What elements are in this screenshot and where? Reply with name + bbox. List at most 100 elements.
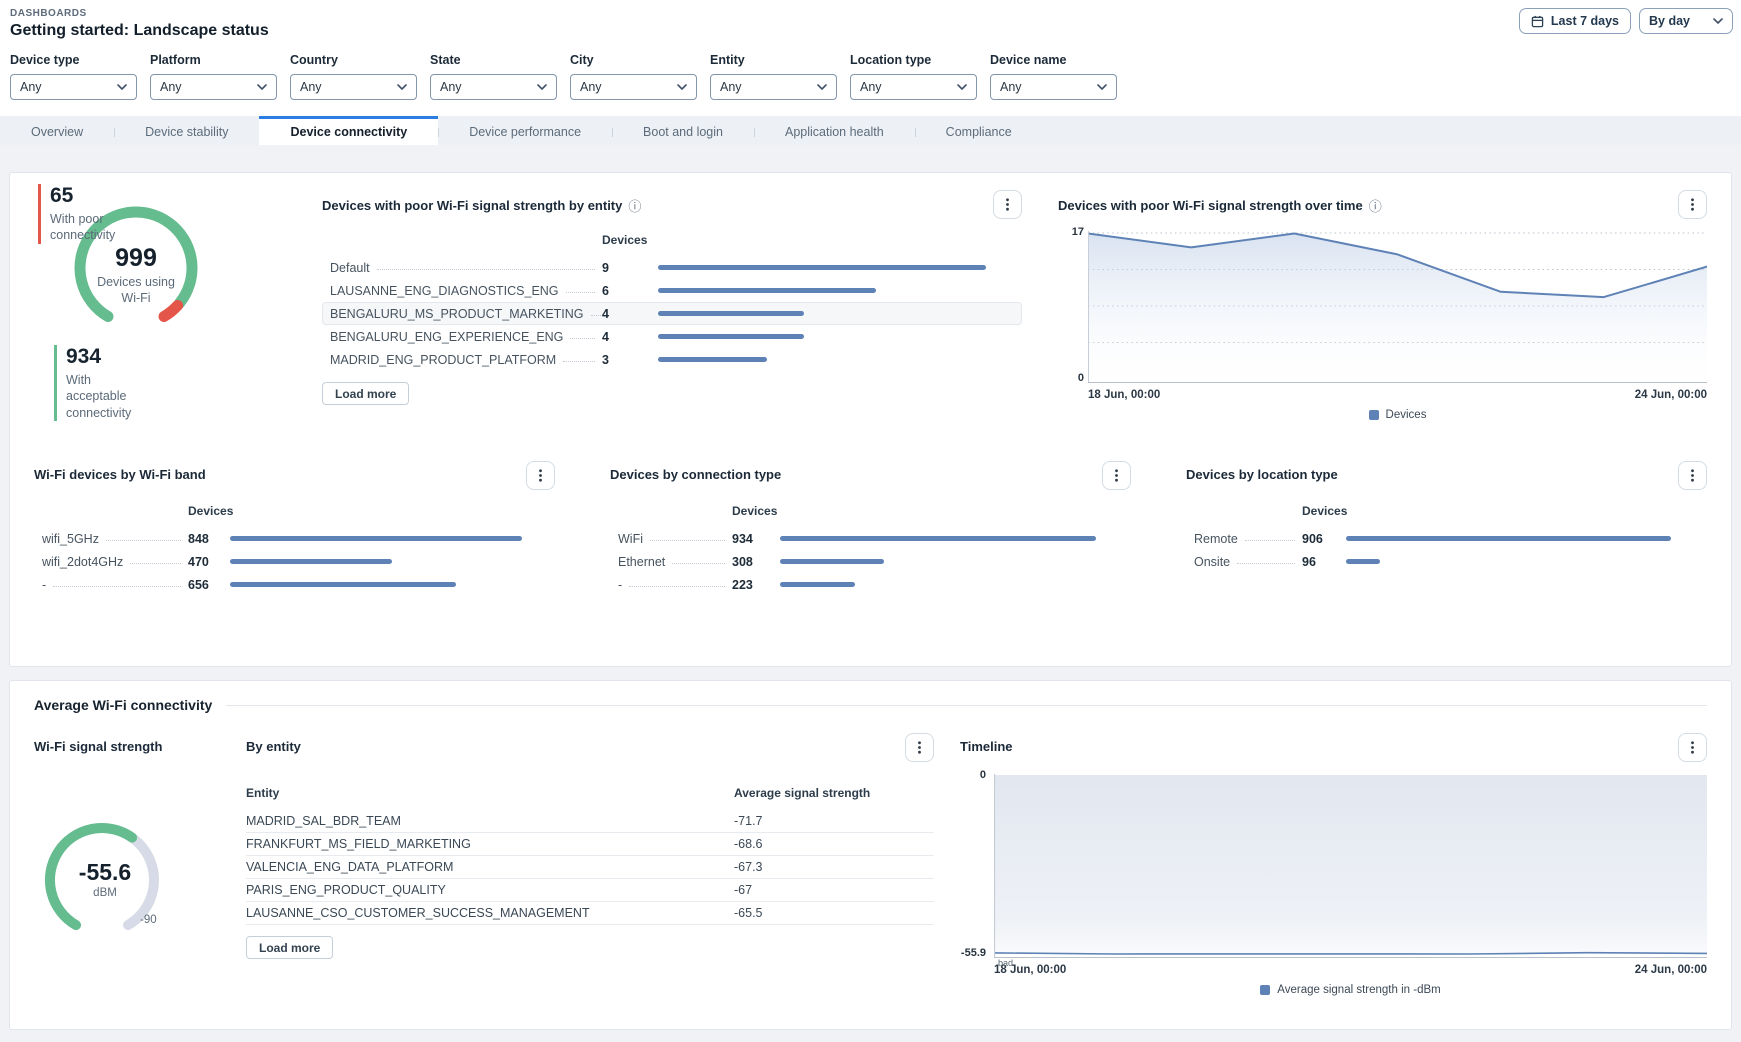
- tab-device-connectivity[interactable]: Device connectivity: [259, 116, 438, 145]
- time-range-button[interactable]: Last 7 days: [1519, 8, 1631, 34]
- kebab-icon: [1115, 469, 1118, 482]
- filter-select-device-type[interactable]: Any: [10, 74, 137, 100]
- filter-city: CityAny: [570, 53, 697, 100]
- filter-value: Any: [440, 80, 462, 94]
- filter-select-entity[interactable]: Any: [710, 74, 837, 100]
- x-axis-labels: 18 Jun, 00:00 24 Jun, 00:00: [994, 964, 1707, 976]
- average-wifi-connectivity-panel: Average Wi-Fi connectivity Wi-Fi signal …: [9, 680, 1732, 1030]
- filter-label: Device type: [10, 53, 137, 67]
- kebab-icon: [539, 469, 542, 482]
- filter-select-platform[interactable]: Any: [150, 74, 277, 100]
- filter-label: Location type: [850, 53, 977, 67]
- filter-value: Any: [300, 80, 322, 94]
- page-title: Getting started: Landscape status: [10, 22, 1731, 40]
- devices-column-header: Devices: [1302, 504, 1346, 518]
- tab-bar: OverviewDevice stabilityDevice connectiv…: [0, 116, 1741, 145]
- tab-device-performance[interactable]: Device performance: [438, 116, 612, 145]
- granularity-select[interactable]: By day: [1639, 8, 1733, 34]
- tab-device-stability[interactable]: Device stability: [114, 116, 259, 145]
- bar-value: 470: [188, 555, 230, 569]
- info-icon[interactable]: ⓘ: [1369, 196, 1382, 215]
- bar-row-wifi-2dot4ghz[interactable]: wifi_2dot4GHz470: [34, 550, 555, 573]
- devices-column-header: Devices: [732, 504, 780, 518]
- bar-row-bengaluru-ms-product-marketing[interactable]: BENGALURU_MS_PRODUCT_MARKETING4: [322, 302, 1022, 325]
- tab-overview[interactable]: Overview: [0, 116, 114, 145]
- filter-value: Any: [580, 80, 602, 94]
- bar-row-wifi-5ghz[interactable]: wifi_5GHz848: [34, 527, 555, 550]
- granularity-value: By day: [1649, 14, 1690, 28]
- poor-over-time-title: Devices with poor Wi-Fi signal strength …: [1058, 190, 1382, 215]
- poor-label: With poor connectivity: [50, 211, 136, 244]
- timeline-title: Timeline: [960, 733, 1013, 754]
- by-band-menu-button[interactable]: [526, 461, 555, 490]
- signal-strength-gauge-chart: [34, 816, 184, 938]
- bar-label: WiFi: [618, 532, 643, 546]
- devices-column-header: Devices: [602, 233, 658, 247]
- poor-over-time-menu-button[interactable]: [1678, 190, 1707, 219]
- by-connection-menu-button[interactable]: [1102, 461, 1131, 490]
- threshold-label: bad: [998, 958, 1013, 968]
- bar-row-bengaluru-eng-experience-eng[interactable]: BENGALURU_ENG_EXPERIENCE_ENG4: [322, 325, 1022, 348]
- chevron-down-icon: [677, 84, 687, 90]
- bar-row-wifi[interactable]: WiFi934: [610, 527, 1131, 550]
- table-row-madrid-sal-bdr-team[interactable]: MADRID_SAL_BDR_TEAM-71.7: [246, 810, 934, 833]
- bar-value: 96: [1302, 555, 1346, 569]
- avg-signal-value: -71.7: [734, 814, 934, 828]
- bar-value: 308: [732, 555, 780, 569]
- filter-select-device-name[interactable]: Any: [990, 74, 1117, 100]
- filter-label: Device name: [990, 53, 1117, 67]
- filter-select-location-type[interactable]: Any: [850, 74, 977, 100]
- bar: [658, 265, 1014, 270]
- bar-row-item[interactable]: -223: [610, 573, 1131, 596]
- bar-row-remote[interactable]: Remote906: [1186, 527, 1707, 550]
- by-connection-bar-chart: Devices WiFi934Ethernet308-223: [610, 504, 1131, 596]
- filter-platform: PlatformAny: [150, 53, 277, 100]
- by-location-menu-button[interactable]: [1678, 461, 1707, 490]
- filter-select-city[interactable]: Any: [570, 74, 697, 100]
- load-more-table-button[interactable]: Load more: [246, 936, 333, 959]
- bar: [1346, 559, 1699, 564]
- filter-label: Entity: [710, 53, 837, 67]
- signal-gauge-widget: Wi-Fi signal strength -55.6 dBM -90: [34, 733, 220, 996]
- bar-row-onsite[interactable]: Onsite 96: [1186, 550, 1707, 573]
- x-axis-labels: 18 Jun, 00:00 24 Jun, 00:00: [1088, 389, 1707, 401]
- bar-row-ethernet[interactable]: Ethernet308: [610, 550, 1131, 573]
- filter-select-country[interactable]: Any: [290, 74, 417, 100]
- tab-application-health[interactable]: Application health: [754, 116, 915, 145]
- poor-count: 65: [50, 184, 136, 208]
- table-row-lausanne-cso-customer-success-management[interactable]: LAUSANNE_CSO_CUSTOMER_SUCCESS_MANAGEMENT…: [246, 902, 934, 925]
- acceptable-connectivity-stat: 934 With acceptable connectivity: [54, 345, 152, 421]
- poor-by-entity-menu-button[interactable]: [993, 190, 1022, 219]
- bar: [780, 582, 1123, 587]
- table-row-frankfurt-ms-field-marketing[interactable]: FRANKFURT_MS_FIELD_MARKETING-68.6: [246, 833, 934, 856]
- avg-signal-value: -67: [734, 883, 934, 897]
- wifi-usage-widget: 999 Devices using Wi-Fi 934 With accepta…: [34, 190, 286, 421]
- table-row-valencia-eng-data-platform[interactable]: VALENCIA_ENG_DATA_PLATFORM-67.3: [246, 856, 934, 879]
- bar-value: 4: [602, 307, 658, 321]
- bar-label: BENGALURU_ENG_EXPERIENCE_ENG: [330, 330, 563, 344]
- bar-row-lausanne-eng-diagnostics-eng[interactable]: LAUSANNE_ENG_DIAGNOSTICS_ENG6: [322, 279, 1022, 302]
- bar: [230, 582, 547, 587]
- info-icon[interactable]: ⓘ: [628, 196, 641, 215]
- y-axis-max-label: 0: [960, 769, 986, 781]
- by-entity-menu-button[interactable]: [905, 733, 934, 762]
- entity-name: FRANKFURT_MS_FIELD_MARKETING: [246, 837, 734, 851]
- devices-column-header: Devices: [188, 504, 230, 518]
- chevron-down-icon: [397, 84, 407, 90]
- load-more-entities-button[interactable]: Load more: [322, 382, 409, 405]
- bar-value: 906: [1302, 532, 1346, 546]
- bar-row-item[interactable]: -656: [34, 573, 555, 596]
- tab-boot-and-login[interactable]: Boot and login: [612, 116, 754, 145]
- kebab-icon: [1691, 198, 1694, 211]
- table-row-paris-eng-product-quality[interactable]: PARIS_ENG_PRODUCT_QUALITY-67: [246, 879, 934, 902]
- wifi-usage-stats: 934 With acceptable connectivity 65 With…: [34, 345, 286, 421]
- y-axis-min-label: 0: [1058, 372, 1084, 384]
- bar-row-default[interactable]: Default9: [322, 256, 1022, 279]
- timeline-menu-button[interactable]: [1678, 733, 1707, 762]
- chevron-down-icon: [1097, 84, 1107, 90]
- bar-row-madrid-eng-product-platform[interactable]: MADRID_ENG_PRODUCT_PLATFORM3: [322, 348, 1022, 371]
- bar-label: Onsite: [1194, 555, 1230, 569]
- filter-select-state[interactable]: Any: [430, 74, 557, 100]
- by-connection-widget: Devices by connection type Devices WiFi9…: [610, 461, 1131, 596]
- tab-compliance[interactable]: Compliance: [915, 116, 1043, 145]
